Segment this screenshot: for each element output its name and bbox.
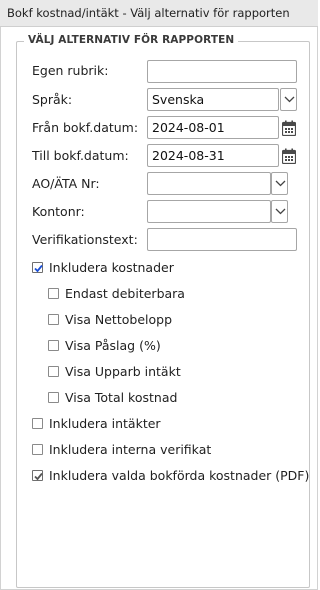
calendar-icon[interactable] [281,120,297,137]
chevron-down-icon [284,96,295,103]
include-costs-label: Inkludera kostnader [49,260,174,275]
only-billable-checkbox[interactable] [48,288,59,299]
show-markup-checkbox[interactable] [48,340,59,351]
to-date-input[interactable]: 2024-08-31 [147,144,279,167]
include-internal-vouchers-label: Inkludera interna verifikat [49,442,212,457]
only-billable-label: Endast debiterbara [65,286,185,301]
work-order-label: AO/ÄTA Nr: [32,176,100,191]
show-net-amount-label: Visa Nettobelopp [65,312,173,327]
from-date-label: Från bokf.datum: [32,120,139,135]
to-date-label: Till bokf.datum: [32,148,129,163]
include-costs-checkbox[interactable] [32,262,43,273]
custom-title-label: Egen rubrik: [32,63,109,78]
verification-text-input[interactable] [147,228,297,251]
include-selected-booked-costs-label: Inkludera valda bokförda kostnader (PDF) [49,468,310,483]
show-net-amount-checkbox[interactable] [48,314,59,325]
window-title: Bokf kostnad/intäkt - Välj alternativ fö… [0,0,318,27]
include-selected-booked-costs-checkbox[interactable] [32,470,43,481]
from-date-input[interactable]: 2024-08-01 [147,116,279,139]
chevron-down-icon [275,180,286,187]
language-label: Språk: [32,92,73,107]
work-order-select[interactable] [147,172,271,195]
language-dropdown-button[interactable] [280,88,297,111]
account-select[interactable] [147,200,271,223]
show-total-cost-checkbox[interactable] [48,392,59,403]
include-income-label: Inkludera intäkter [49,416,161,431]
show-accrued-income-label: Visa Upparb intäkt [65,364,181,379]
language-select[interactable]: Svenska [147,88,279,111]
options-group-legend: VÄLJ ALTERNATIV FÖR RAPPORTEN [24,34,239,46]
custom-title-input[interactable] [147,60,297,83]
show-total-cost-label: Visa Total kostnad [65,390,178,405]
chevron-down-icon [275,208,286,215]
include-income-checkbox[interactable] [32,418,43,429]
work-order-dropdown-button[interactable] [271,172,288,195]
verification-text-label: Verifikationstext: [32,232,138,247]
show-markup-label: Visa Påslag (%) [65,338,161,353]
account-label: Kontonr: [32,204,85,219]
show-accrued-income-checkbox[interactable] [48,366,59,377]
include-internal-vouchers-checkbox[interactable] [32,444,43,455]
account-dropdown-button[interactable] [271,200,288,223]
calendar-icon[interactable] [281,148,297,165]
